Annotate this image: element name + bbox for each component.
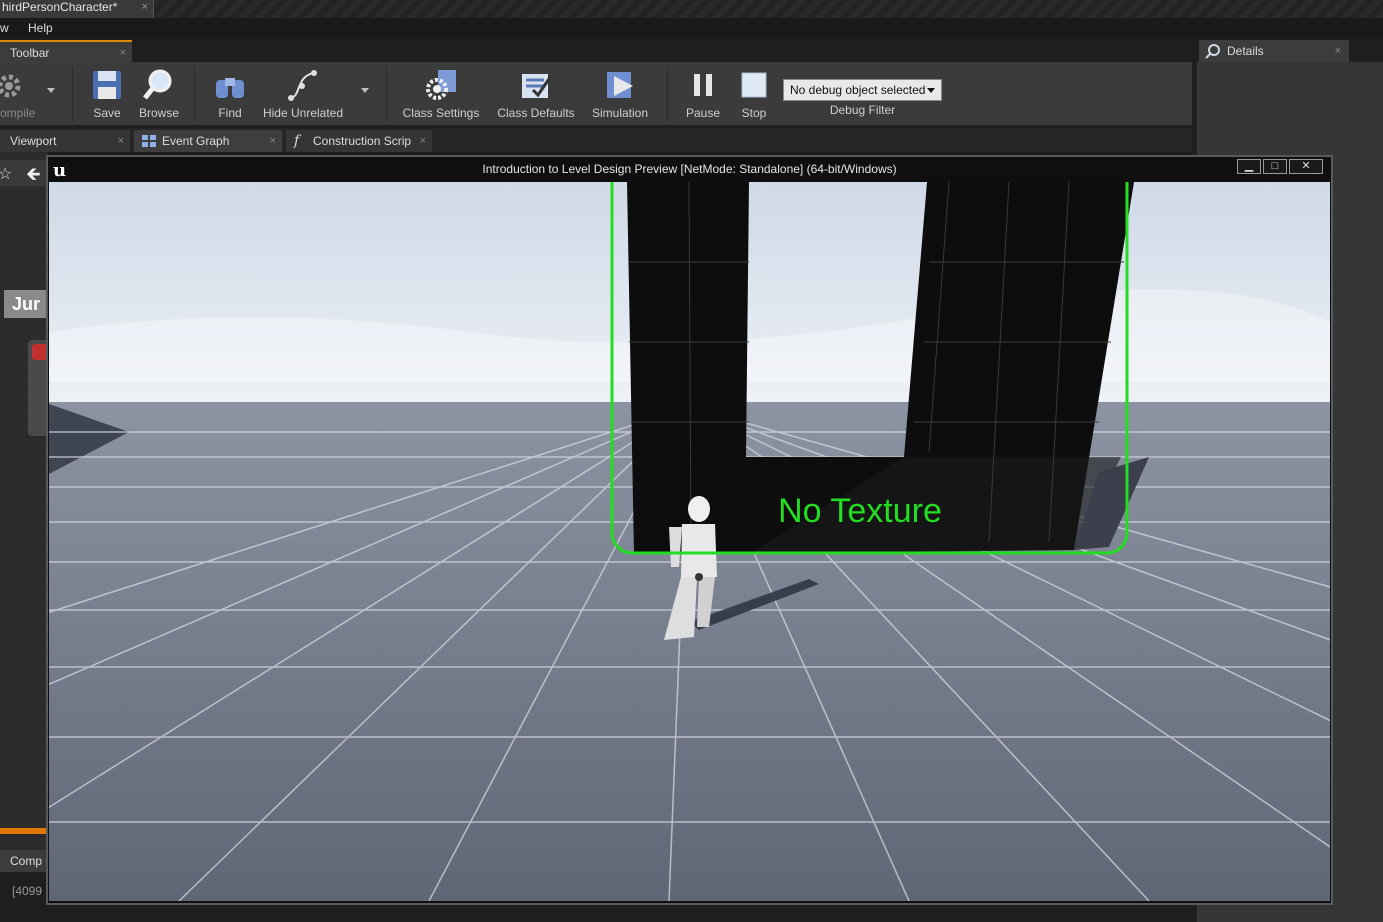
graph-node-jump[interactable]: Jur	[4, 290, 48, 318]
tab-construction-script-close-icon[interactable]: ×	[420, 130, 426, 152]
graph-node-title: Jur	[12, 294, 41, 314]
tab-event-graph[interactable]: Event Graph ×	[134, 130, 282, 152]
stop-label: Stop	[741, 106, 767, 120]
pause-label: Pause	[685, 106, 721, 120]
menu-help[interactable]: Help	[28, 21, 53, 35]
toolbar-separator	[72, 66, 73, 122]
hide-unrelated-label: Hide Unrelated	[262, 106, 344, 120]
document-tab[interactable]: hirdPersonCharacter* ×	[0, 0, 154, 18]
graph-node-event[interactable]	[28, 340, 48, 436]
tab-components-label: Comp	[10, 854, 43, 868]
class-settings-label: Class Settings	[402, 106, 480, 120]
progress-accent-bar	[0, 828, 48, 834]
menu-bar: w Help	[0, 18, 1383, 38]
annotation-label: No Texture	[778, 492, 942, 530]
toolbar: ompile Save Browse Find Hide Unrelated C…	[0, 62, 1192, 126]
stop-button[interactable]: Stop	[731, 62, 777, 126]
maximize-button[interactable]: □	[1263, 159, 1287, 174]
toolbar-tab-close-icon[interactable]: ×	[120, 42, 126, 64]
back-arrow-icon[interactable]: 🡸	[26, 162, 41, 192]
class-defaults-label: Class Defaults	[497, 106, 575, 120]
editor-tab-bar: Viewport × Event Graph × f Construction …	[0, 128, 1192, 152]
find-button[interactable]: Find	[205, 62, 255, 126]
game-viewport[interactable]	[49, 182, 1330, 901]
tab-viewport[interactable]: Viewport ×	[0, 130, 130, 152]
tab-components[interactable]: Comp	[0, 850, 48, 872]
tab-viewport-close-icon[interactable]: ×	[118, 130, 124, 152]
simulation-play-icon	[607, 72, 633, 98]
hide-unrelated-chevron-icon[interactable]	[361, 88, 369, 93]
function-icon: f	[294, 133, 300, 149]
log-output-text: [4099	[12, 884, 43, 898]
graph-nav-bar: ☆ 🡸	[0, 160, 46, 186]
dropdown-arrow-icon	[927, 88, 935, 93]
document-tab-close-icon[interactable]: ×	[142, 0, 148, 14]
compile-button[interactable]: ompile	[0, 62, 44, 126]
compile-options-chevron-icon[interactable]	[47, 88, 55, 93]
preview-window-title: Introduction to Level Design Preview [Ne…	[482, 162, 897, 176]
toolbar-separator	[386, 66, 387, 122]
class-settings-gear-icon	[426, 70, 456, 100]
save-disk-icon	[93, 71, 121, 99]
browse-label: Browse	[138, 106, 179, 120]
tab-viewport-label: Viewport	[10, 134, 57, 148]
toolbar-tab-label: Toolbar	[10, 46, 50, 60]
event-graph-canvas[interactable]	[0, 152, 48, 852]
preview-window[interactable]: u Introduction to Level Design Preview […	[46, 155, 1333, 905]
menu-window[interactable]: w	[0, 21, 9, 35]
save-label: Save	[93, 106, 121, 120]
simulation-label: Simulation	[591, 106, 649, 120]
hide-unrelated-button[interactable]: Hide Unrelated	[260, 62, 346, 126]
class-defaults-checklist-icon	[522, 74, 553, 98]
class-defaults-button[interactable]: Class Defaults	[493, 62, 579, 126]
browse-button[interactable]: Browse	[134, 62, 184, 126]
preview-title-bar[interactable]: u Introduction to Level Design Preview […	[48, 157, 1331, 182]
details-tab-label: Details	[1227, 44, 1264, 58]
simulation-button[interactable]: Simulation	[584, 62, 656, 126]
toolbar-separator	[194, 66, 195, 122]
document-tab-title: hirdPersonCharacter*	[2, 0, 118, 14]
debug-object-select-value: No debug object selected	[790, 83, 926, 97]
details-tab-close-icon[interactable]: ×	[1335, 40, 1341, 62]
document-tab-strip	[0, 0, 1383, 18]
toolbar-separator	[667, 66, 668, 122]
toolbar-tab[interactable]: Toolbar ×	[0, 40, 132, 62]
find-binoculars-icon	[216, 78, 244, 98]
browse-magnifier-icon	[143, 69, 172, 100]
debug-object-select[interactable]: No debug object selected	[783, 79, 942, 101]
star-icon[interactable]: ☆	[0, 164, 12, 184]
compile-gear-icon	[0, 74, 21, 98]
details-magnifier-icon	[1205, 44, 1220, 59]
tab-construction-script[interactable]: f Construction Scrip ×	[286, 130, 432, 152]
close-button[interactable]: ✕	[1289, 159, 1323, 174]
minimize-button[interactable]: ▁	[1237, 159, 1261, 174]
event-graph-grid-icon	[142, 135, 156, 147]
tab-event-graph-close-icon[interactable]: ×	[270, 130, 276, 152]
tab-event-graph-label: Event Graph	[162, 134, 230, 148]
stop-icon	[741, 72, 767, 98]
hide-unrelated-nodes-icon	[288, 70, 317, 101]
find-label: Find	[218, 106, 242, 120]
details-tab[interactable]: Details ×	[1199, 40, 1349, 62]
tab-construction-script-label: Construction Scrip	[313, 134, 412, 148]
pause-button[interactable]: Pause	[680, 62, 726, 126]
pause-icon	[694, 74, 712, 96]
class-settings-button[interactable]: Class Settings	[398, 62, 484, 126]
save-button[interactable]: Save	[82, 62, 132, 126]
debug-filter-label: Debug Filter	[829, 103, 896, 117]
compile-label: ompile	[0, 106, 36, 120]
